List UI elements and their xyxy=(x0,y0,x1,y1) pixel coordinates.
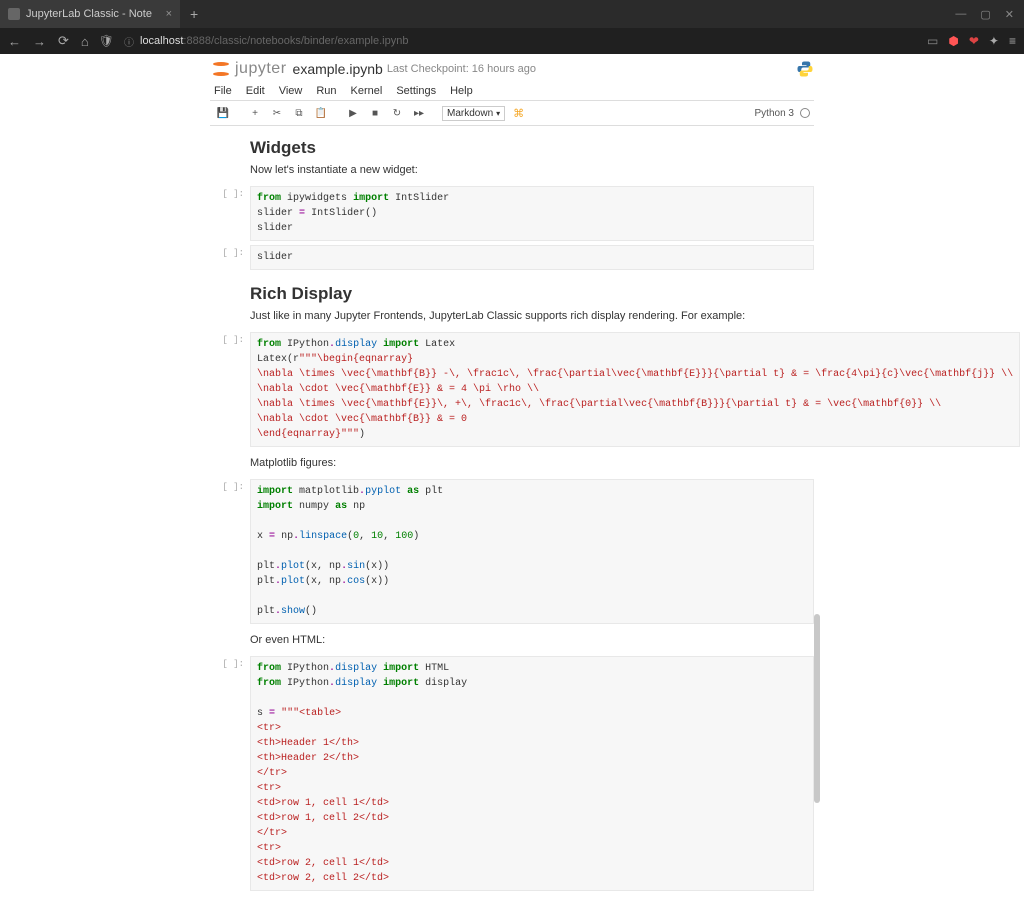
cut-icon[interactable]: ✂ xyxy=(268,104,286,122)
markdown-cell[interactable]: Rich Display Just like in many Jupyter F… xyxy=(210,272,814,330)
rich-text: Just like in many Jupyter Frontends, Jup… xyxy=(250,310,774,322)
menu-bar: File Edit View Run Kernel Settings Help xyxy=(210,82,814,101)
add-cell-icon[interactable]: + xyxy=(246,104,264,122)
info-icon: ⓘ xyxy=(124,34,134,49)
menu-view[interactable]: View xyxy=(279,85,303,97)
gift-icon[interactable]: ❤ xyxy=(969,34,979,48)
mpl-text: Matplotlib figures: xyxy=(250,457,774,469)
browser-url-bar: ← → ⟳ ⌂ 🛡 ⓘ localhost:8888/classic/noteb… xyxy=(0,28,1024,54)
code-input[interactable]: from IPython.display import HTML from IP… xyxy=(250,656,814,891)
input-prompt: [ ]: xyxy=(210,245,250,270)
rich-heading: Rich Display xyxy=(250,284,774,304)
tab-title: JupyterLab Classic - Note xyxy=(26,8,152,20)
menu-kernel[interactable]: Kernel xyxy=(351,85,383,97)
scrollbar[interactable] xyxy=(814,126,820,913)
url-field[interactable]: ⓘ localhost:8888/classic/notebooks/binde… xyxy=(124,34,408,49)
browser-tab[interactable]: JupyterLab Classic - Note × xyxy=(0,0,180,28)
home-icon[interactable]: ⌂ xyxy=(81,34,89,49)
markdown-cell[interactable]: Matplotlib figures: xyxy=(210,449,814,477)
input-prompt: [ ]: xyxy=(210,656,250,891)
url-path: :8888/classic/notebooks/binder/example.i… xyxy=(183,35,408,47)
menu-help[interactable]: Help xyxy=(450,85,473,97)
code-cell[interactable]: [ ]: slider xyxy=(210,243,814,272)
kernel-name[interactable]: Python 3 xyxy=(755,108,794,119)
menu-run[interactable]: Run xyxy=(316,85,336,97)
code-input[interactable]: from IPython.display import Latex Latex(… xyxy=(250,332,1020,447)
restart-icon[interactable]: ↻ xyxy=(388,104,406,122)
close-icon[interactable]: × xyxy=(166,8,172,20)
jupyter-logo[interactable]: jupyter xyxy=(210,58,287,80)
minimize-icon[interactable]: — xyxy=(955,8,966,20)
code-cell[interactable]: [ ]: from IPython.display import HTML fr… xyxy=(210,654,814,893)
stop-icon[interactable]: ■ xyxy=(366,104,384,122)
toolbar: 💾 + ✂ ⧉ 📋 ▶ ■ ↻ ▸▸ Markdown ▾ ⌘ Python 3 xyxy=(210,101,814,126)
jupyter-wordmark: jupyter xyxy=(235,60,287,78)
input-prompt: [ ]: xyxy=(210,186,250,241)
code-input[interactable]: import matplotlib.pyplot as plt import n… xyxy=(250,479,814,624)
command-palette-icon[interactable]: ⌘ xyxy=(513,107,524,120)
input-prompt: [ ]: xyxy=(210,479,250,624)
markdown-cell[interactable]: Widgets Now let's instantiate a new widg… xyxy=(210,126,814,184)
jupyter-icon xyxy=(210,58,232,80)
run-icon[interactable]: ▶ xyxy=(344,104,362,122)
input-prompt: [ ]: xyxy=(210,332,250,447)
code-input[interactable]: from ipywidgets import IntSlider slider … xyxy=(250,186,814,241)
forward-icon[interactable]: → xyxy=(33,34,46,49)
code-cell[interactable]: [ ]: import matplotlib.pyplot as plt imp… xyxy=(210,477,814,626)
code-cell[interactable]: [ ]: from IPython.display import Latex L… xyxy=(210,330,814,449)
notebook-body: Widgets Now let's instantiate a new widg… xyxy=(210,126,814,913)
close-window-icon[interactable]: ✕ xyxy=(1005,8,1014,21)
new-tab-button[interactable]: + xyxy=(180,6,208,22)
reader-icon[interactable]: ▭ xyxy=(927,34,938,48)
paste-icon[interactable]: 📋 xyxy=(312,104,330,122)
save-icon[interactable]: 💾 xyxy=(214,104,232,122)
adblock-icon[interactable]: ⬢ xyxy=(948,34,958,48)
cell-type-label: Markdown xyxy=(447,108,493,119)
notebook-title[interactable]: example.ipynb xyxy=(293,61,383,77)
cell-type-select[interactable]: Markdown ▾ xyxy=(442,106,505,121)
copy-icon[interactable]: ⧉ xyxy=(290,104,308,122)
tab-favicon xyxy=(8,8,20,20)
back-icon[interactable]: ← xyxy=(8,34,21,49)
menu-file[interactable]: File xyxy=(214,85,232,97)
widgets-text: Now let's instantiate a new widget: xyxy=(250,164,774,176)
html-text: Or even HTML: xyxy=(250,634,774,646)
code-cell[interactable]: [ ]: from ipywidgets import IntSlider sl… xyxy=(210,184,814,243)
menu-edit[interactable]: Edit xyxy=(246,85,265,97)
reload-icon[interactable]: ⟳ xyxy=(58,33,69,49)
checkpoint-text: Last Checkpoint: 16 hours ago xyxy=(387,63,536,75)
url-host: localhost xyxy=(140,35,183,47)
shield-icon[interactable]: 🛡 xyxy=(99,34,114,48)
menu-settings[interactable]: Settings xyxy=(396,85,436,97)
menu-icon[interactable]: ≡ xyxy=(1009,34,1016,48)
chevron-down-icon: ▾ xyxy=(496,109,500,118)
scroll-thumb[interactable] xyxy=(814,614,820,803)
extension-icon[interactable]: ✦ xyxy=(989,34,999,48)
maximize-icon[interactable]: ▢ xyxy=(980,8,990,21)
code-input[interactable]: slider xyxy=(250,245,814,270)
browser-tab-bar: JupyterLab Classic - Note × + — ▢ ✕ xyxy=(0,0,1024,28)
notebook-header: jupyter example.ipynb Last Checkpoint: 1… xyxy=(210,54,814,82)
widgets-heading: Widgets xyxy=(250,138,774,158)
python-logo-icon xyxy=(796,60,814,78)
markdown-cell[interactable]: Or even HTML: xyxy=(210,626,814,654)
window-controls: — ▢ ✕ xyxy=(955,0,1024,28)
kernel-status-icon xyxy=(800,108,810,118)
fast-forward-icon[interactable]: ▸▸ xyxy=(410,104,428,122)
